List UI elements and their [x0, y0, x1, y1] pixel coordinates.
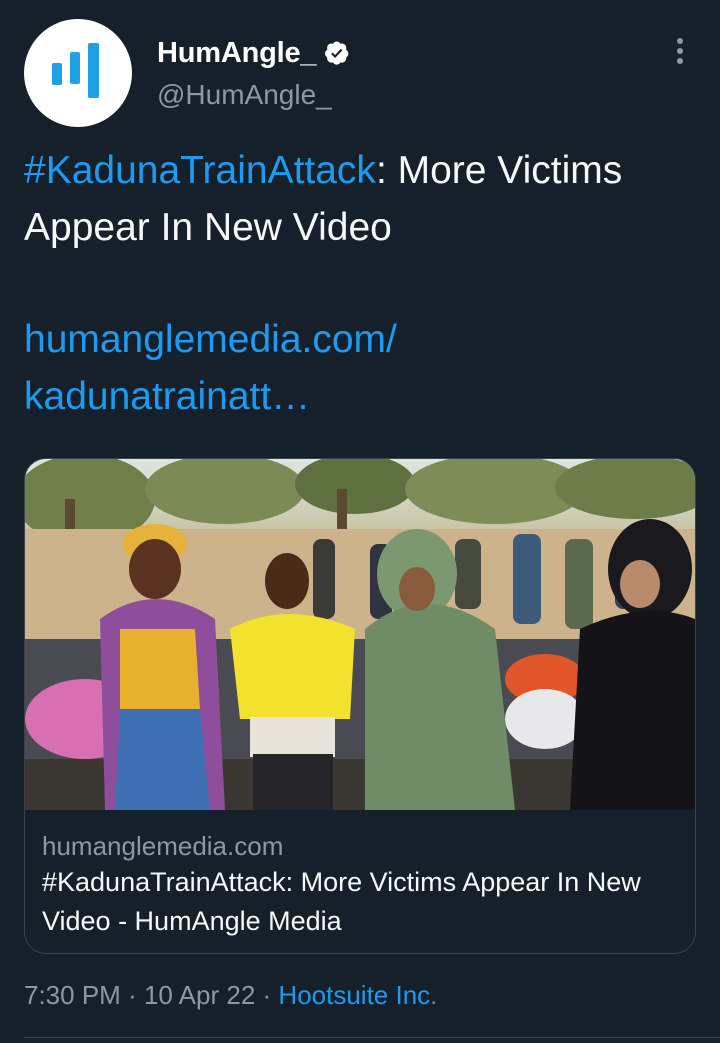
card-image[interactable]: [25, 459, 695, 810]
verified-badge-icon: [325, 41, 349, 65]
card-title[interactable]: #KadunaTrainAttack: More Victims Appear …: [42, 863, 682, 941]
author-handle[interactable]: @HumAngle_: [157, 79, 332, 111]
tweet-source-link[interactable]: Hootsuite Inc.: [278, 980, 437, 1010]
more-vertical-icon[interactable]: [664, 34, 696, 68]
tweet-time[interactable]: 7:30 PM: [24, 980, 121, 1010]
card-domain: humanglemedia.com: [42, 831, 284, 861]
tweet-date[interactable]: 10 Apr 22: [144, 980, 255, 1010]
humangle-logo-icon: [52, 43, 99, 98]
tweet-text: #KadunaTrainAttack: More Victims Appear …: [24, 142, 696, 256]
avatar[interactable]: [24, 19, 132, 127]
link-preview-card[interactable]: humanglemedia.com #KadunaTrainAttack: Mo…: [24, 458, 696, 954]
hashtag-link[interactable]: #KadunaTrainAttack: [24, 149, 376, 192]
author-name-row[interactable]: HumAngle_: [157, 34, 350, 72]
display-name[interactable]: HumAngle_: [157, 37, 317, 70]
tweet-link-line-2[interactable]: kadunatrainatt…: [24, 368, 310, 425]
meta-separator: ·: [128, 980, 137, 1010]
divider: [24, 1037, 720, 1038]
tweet-link-line-1[interactable]: humanglemedia.com/: [24, 311, 397, 368]
meta-separator: ·: [262, 980, 272, 1010]
tweet-metadata: 7:30 PM · 10 Apr 22 · Hootsuite Inc.: [24, 980, 437, 1011]
